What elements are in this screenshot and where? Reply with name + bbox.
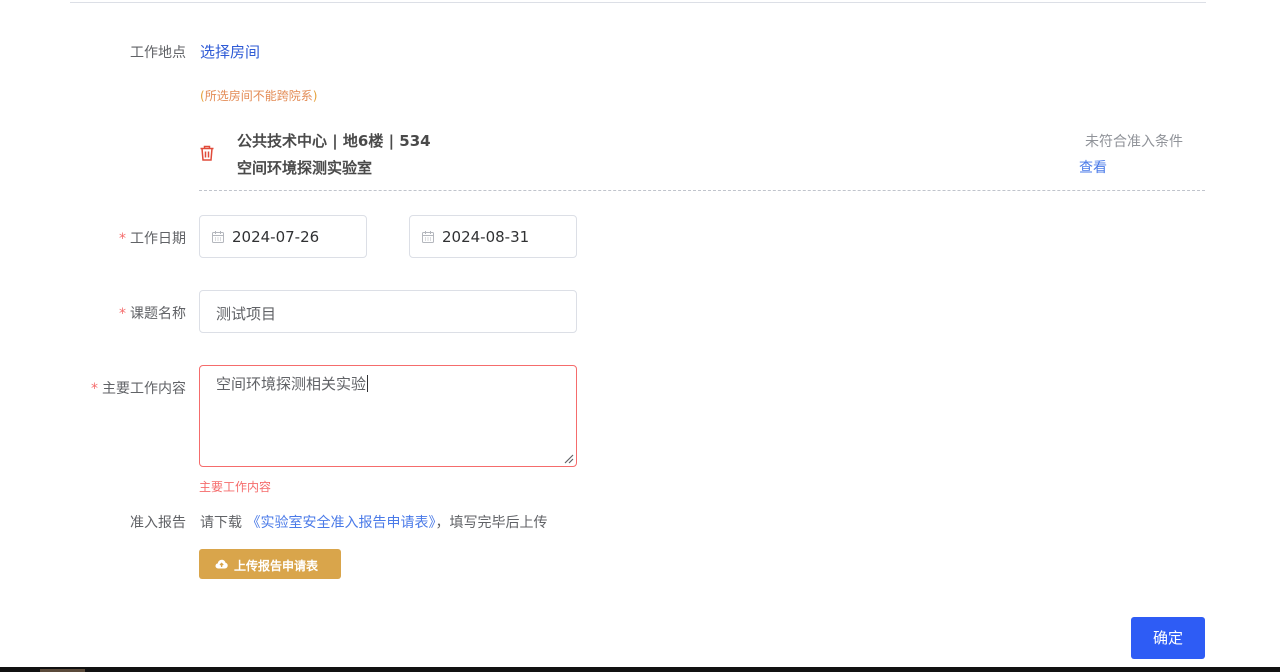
location-label: 工作地点: [130, 45, 186, 61]
content-value: 空间环境探测相关实验: [216, 373, 369, 394]
report-prefix: 请下载: [200, 515, 242, 531]
trash-icon[interactable]: [199, 144, 215, 162]
upload-button-label: 上传报告申请表: [234, 559, 319, 573]
calendar-icon: [212, 231, 224, 243]
content-text: 空间环境探测相关实验: [216, 375, 367, 393]
required-mark: *: [119, 231, 126, 247]
topic-value: 测试项目: [216, 305, 277, 323]
hint-text: 所选房间不能跨院系: [204, 89, 313, 103]
content-label: * 主要工作内容: [91, 378, 186, 398]
resize-handle-icon[interactable]: [564, 454, 574, 464]
room-path: 公共技术中心 | 地6楼 | 534: [237, 132, 431, 150]
start-date-value: 2024-07-26: [232, 228, 320, 246]
start-date-picker[interactable]: 2024-07-26: [199, 215, 367, 258]
room-hint: (所选房间不能跨院系): [200, 87, 317, 104]
date-label: * 工作日期: [119, 228, 186, 248]
room-view-link[interactable]: 查看: [1079, 157, 1107, 177]
cloud-upload-icon: [215, 559, 228, 569]
end-date-value: 2024-08-31: [442, 228, 530, 246]
text-caret: [367, 375, 369, 392]
end-date-picker[interactable]: 2024-08-31: [409, 215, 577, 258]
required-mark: *: [91, 381, 98, 397]
content-error-message: 主要工作内容: [199, 480, 272, 494]
date-label-text: 工作日期: [130, 231, 186, 247]
calendar-icon: [422, 231, 434, 243]
upload-report-button[interactable]: 上传报告申请表: [199, 549, 341, 579]
topic-label-text: 课题名称: [130, 306, 186, 322]
content-textarea[interactable]: 空间环境探测相关实验: [199, 365, 577, 467]
top-divider: [70, 2, 1206, 3]
select-room-link[interactable]: 选择房间: [200, 41, 260, 62]
content-label-text: 主要工作内容: [102, 381, 186, 397]
bottom-edge: [0, 667, 1280, 672]
hint-close: ): [312, 89, 318, 103]
room-status: 未符合准入条件: [1085, 134, 1183, 150]
topic-label: * 课题名称: [119, 303, 186, 323]
room-name: 空间环境探测实验室: [237, 159, 373, 177]
report-suffix: ，填写完毕后上传: [435, 515, 548, 531]
report-instructions: 请下载 《实验室安全准入报告申请表》，填写完毕后上传: [200, 512, 547, 532]
selected-room-card: 公共技术中心 | 地6楼 | 534 空间环境探测实验室 未符合准入条件 查看: [199, 120, 1205, 191]
report-download-link[interactable]: 《实验室安全准入报告申请表》: [246, 515, 435, 531]
topic-input[interactable]: 测试项目: [199, 290, 577, 333]
confirm-button[interactable]: 确定: [1131, 617, 1205, 659]
report-label: 准入报告: [130, 515, 186, 531]
required-mark: *: [119, 306, 126, 322]
